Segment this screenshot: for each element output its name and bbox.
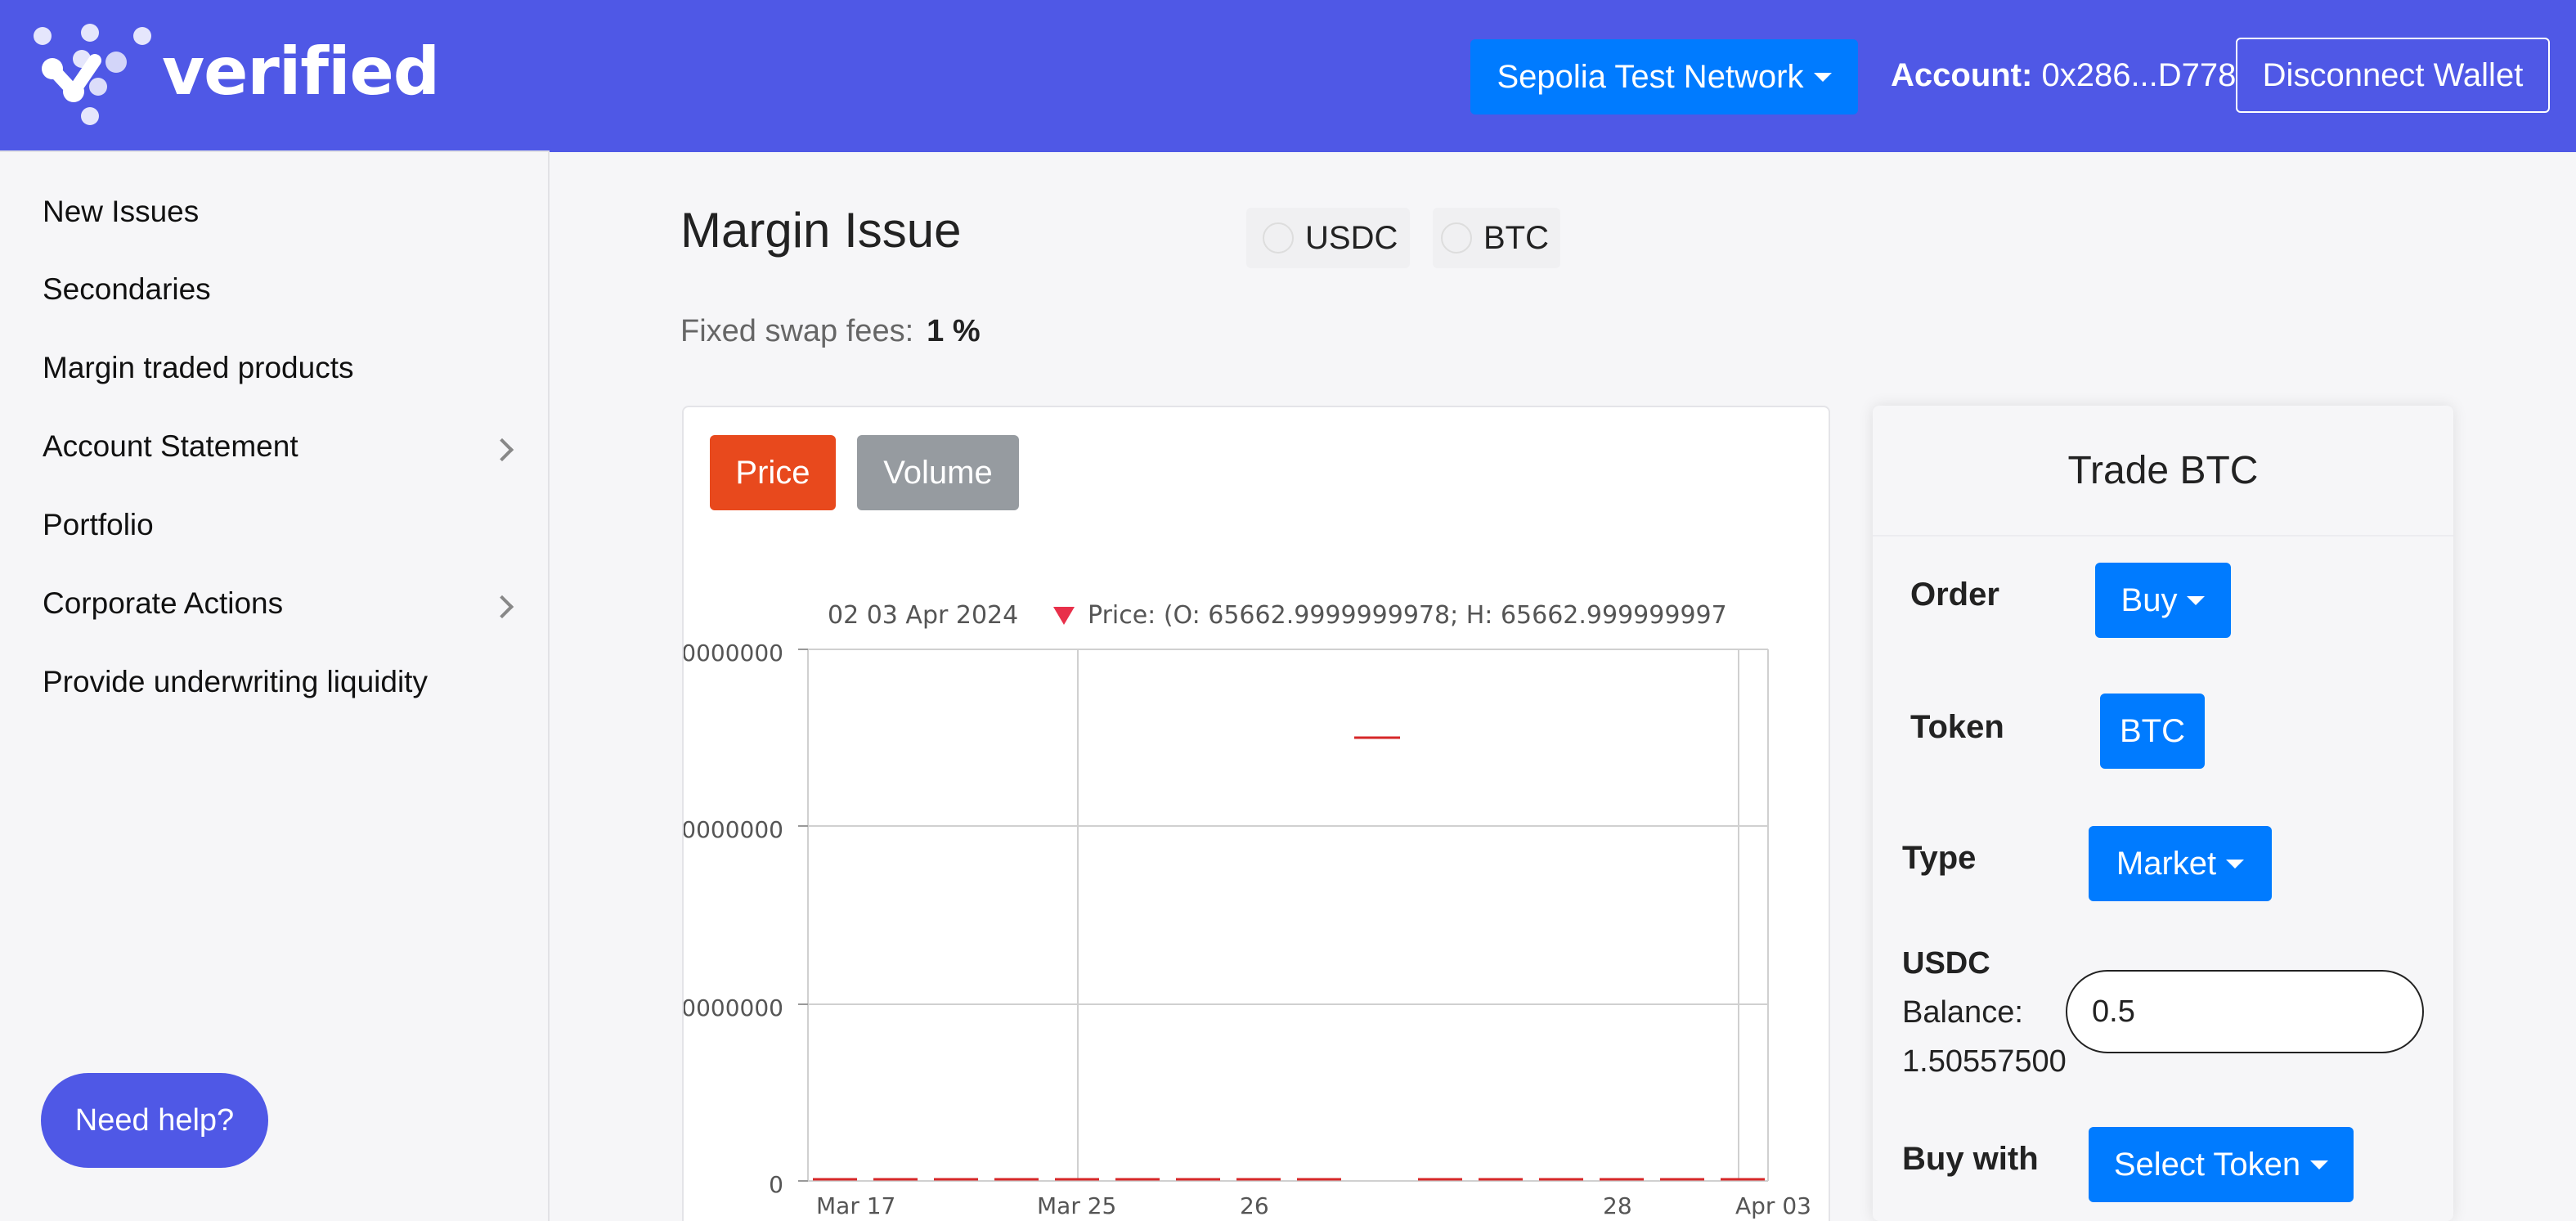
token-label: Token [1910, 709, 2004, 745]
y-ticks [798, 649, 808, 1182]
sidebar: New Issues Secondaries Margin traded pro… [0, 150, 550, 1221]
token-chip-label: USDC [1305, 219, 1398, 256]
price-series [813, 736, 1765, 1181]
network-selector-button[interactable]: Sepolia Test Network [1470, 39, 1858, 114]
caret-down-icon [2187, 595, 2206, 605]
account-info: Account: 0x286...D778 [1891, 51, 2236, 100]
caret-down-icon [2310, 1160, 2329, 1169]
disconnect-wallet-button[interactable]: Disconnect Wallet [2236, 38, 2550, 113]
token-chip-btc[interactable]: BTC [1433, 208, 1560, 268]
need-help-button[interactable]: Need help? [41, 1073, 268, 1168]
buy-with-value: Select Token [2113, 1146, 2301, 1183]
fees-label: Fixed swap fees: [680, 314, 914, 348]
x-tick-label: Mar 25 [1037, 1192, 1116, 1219]
trade-panel: Trade BTC Order Buy Token BTC Type Marke… [1873, 406, 2453, 1221]
x-tick-label: 28 [1603, 1192, 1632, 1219]
amount-input[interactable] [2066, 970, 2424, 1053]
y-tick-label: 0 [769, 1171, 783, 1198]
account-label: Account: [1891, 57, 2033, 93]
account-address: 0x286...D778 [2041, 57, 2237, 93]
order-label: Order [1910, 577, 1999, 613]
balance-token: USDC [1902, 946, 1990, 981]
order-value: Buy [2120, 581, 2178, 618]
type-label: Type [1902, 840, 1977, 876]
chart-card: Price Volume 0000000 0000000 0000000 0 M… [682, 406, 1830, 1221]
legend-triangle-down-icon [1053, 607, 1075, 625]
x-tick-label: Mar 17 [816, 1192, 895, 1219]
token-button[interactable]: BTC [2100, 694, 2205, 769]
legend-price: Price: (O: 65662.9999999978; H: 65662.99… [1088, 601, 1727, 630]
network-label: Sepolia Test Network [1497, 58, 1804, 95]
sidebar-item-secondaries[interactable]: Secondaries [43, 269, 211, 310]
y-tick-label: 0000000 [684, 994, 783, 1021]
token-icon [1263, 222, 1294, 254]
order-dropdown[interactable]: Buy [2095, 563, 2231, 638]
verified-logo-icon [34, 24, 151, 125]
sidebar-item-account-statement[interactable]: Account Statement [43, 426, 298, 467]
chart-grid [807, 649, 1769, 1182]
brand-name: verified [162, 34, 440, 110]
caret-down-icon [1813, 72, 1832, 82]
balance-info: USDC Balance: 1.50557500 [1902, 939, 2067, 1086]
x-tick-label: 26 [1240, 1192, 1269, 1219]
type-dropdown[interactable]: Market [2089, 826, 2272, 901]
sidebar-item-corporate-actions[interactable]: Corporate Actions [43, 583, 283, 624]
legend-date: 02 03 Apr 2024 [828, 601, 1018, 630]
chevron-right-icon[interactable] [490, 438, 514, 462]
fees-value: 1 % [927, 314, 981, 348]
type-value: Market [2116, 845, 2217, 882]
price-chart[interactable]: 0000000 0000000 0000000 0 Mar 17 Mar 25 … [684, 407, 1830, 1221]
sidebar-item-portfolio[interactable]: Portfolio [43, 505, 154, 545]
page-title: Margin Issue [680, 203, 962, 258]
y-tick-label: 0000000 [684, 640, 783, 667]
y-tick-label: 0000000 [684, 816, 783, 843]
buy-with-dropdown[interactable]: Select Token [2089, 1127, 2354, 1202]
sidebar-item-margin-traded-products[interactable]: Margin traded products [43, 348, 353, 388]
balance-label: Balance: [1902, 995, 2023, 1030]
x-tick-label: Apr 03 [1735, 1192, 1811, 1219]
sidebar-item-provide-underwriting-liquidity[interactable]: Provide underwriting liquidity [43, 662, 428, 703]
token-chip-usdc[interactable]: USDC [1246, 208, 1410, 268]
sidebar-item-new-issues[interactable]: New Issues [43, 191, 199, 232]
buy-with-label: Buy with [1902, 1141, 2039, 1177]
brand-logo[interactable]: verified [31, 23, 440, 128]
token-chip-label: BTC [1483, 219, 1549, 256]
swap-fees: Fixed swap fees: 1 % [680, 311, 981, 352]
top-header: verified Sepolia Test Network Account: 0… [0, 0, 2576, 152]
caret-down-icon [2226, 859, 2245, 869]
balance-value: 1.50557500 [1902, 1044, 2067, 1079]
trade-title: Trade BTC [1873, 406, 2453, 536]
token-icon [1441, 222, 1472, 254]
chevron-right-icon[interactable] [490, 595, 514, 619]
